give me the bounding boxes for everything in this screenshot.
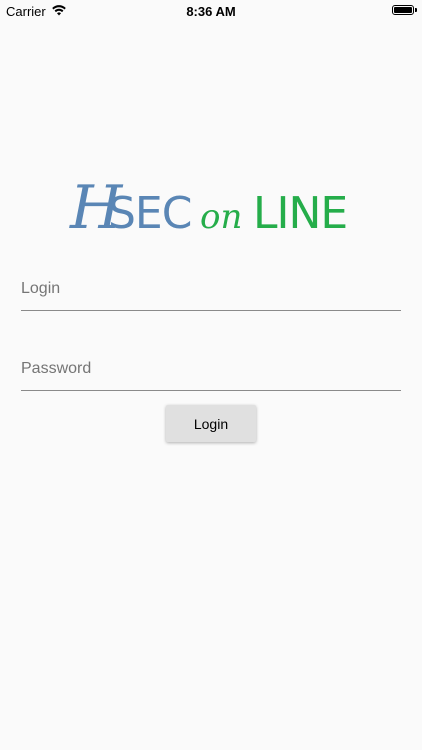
login-input[interactable] [21, 270, 401, 311]
status-bar: Carrier 8:36 AM [0, 0, 422, 22]
logo-on: on [200, 197, 242, 237]
login-button[interactable]: Login [166, 405, 256, 442]
password-field [21, 350, 401, 400]
status-time: 8:36 AM [186, 4, 236, 19]
hsec-online-logo: H SEC on LINE [69, 173, 348, 240]
password-input[interactable] [21, 350, 401, 391]
login-field [21, 270, 401, 320]
logo-sec: SEC [108, 188, 191, 239]
logo-line: LINE [253, 188, 347, 239]
battery-icon [392, 5, 414, 15]
